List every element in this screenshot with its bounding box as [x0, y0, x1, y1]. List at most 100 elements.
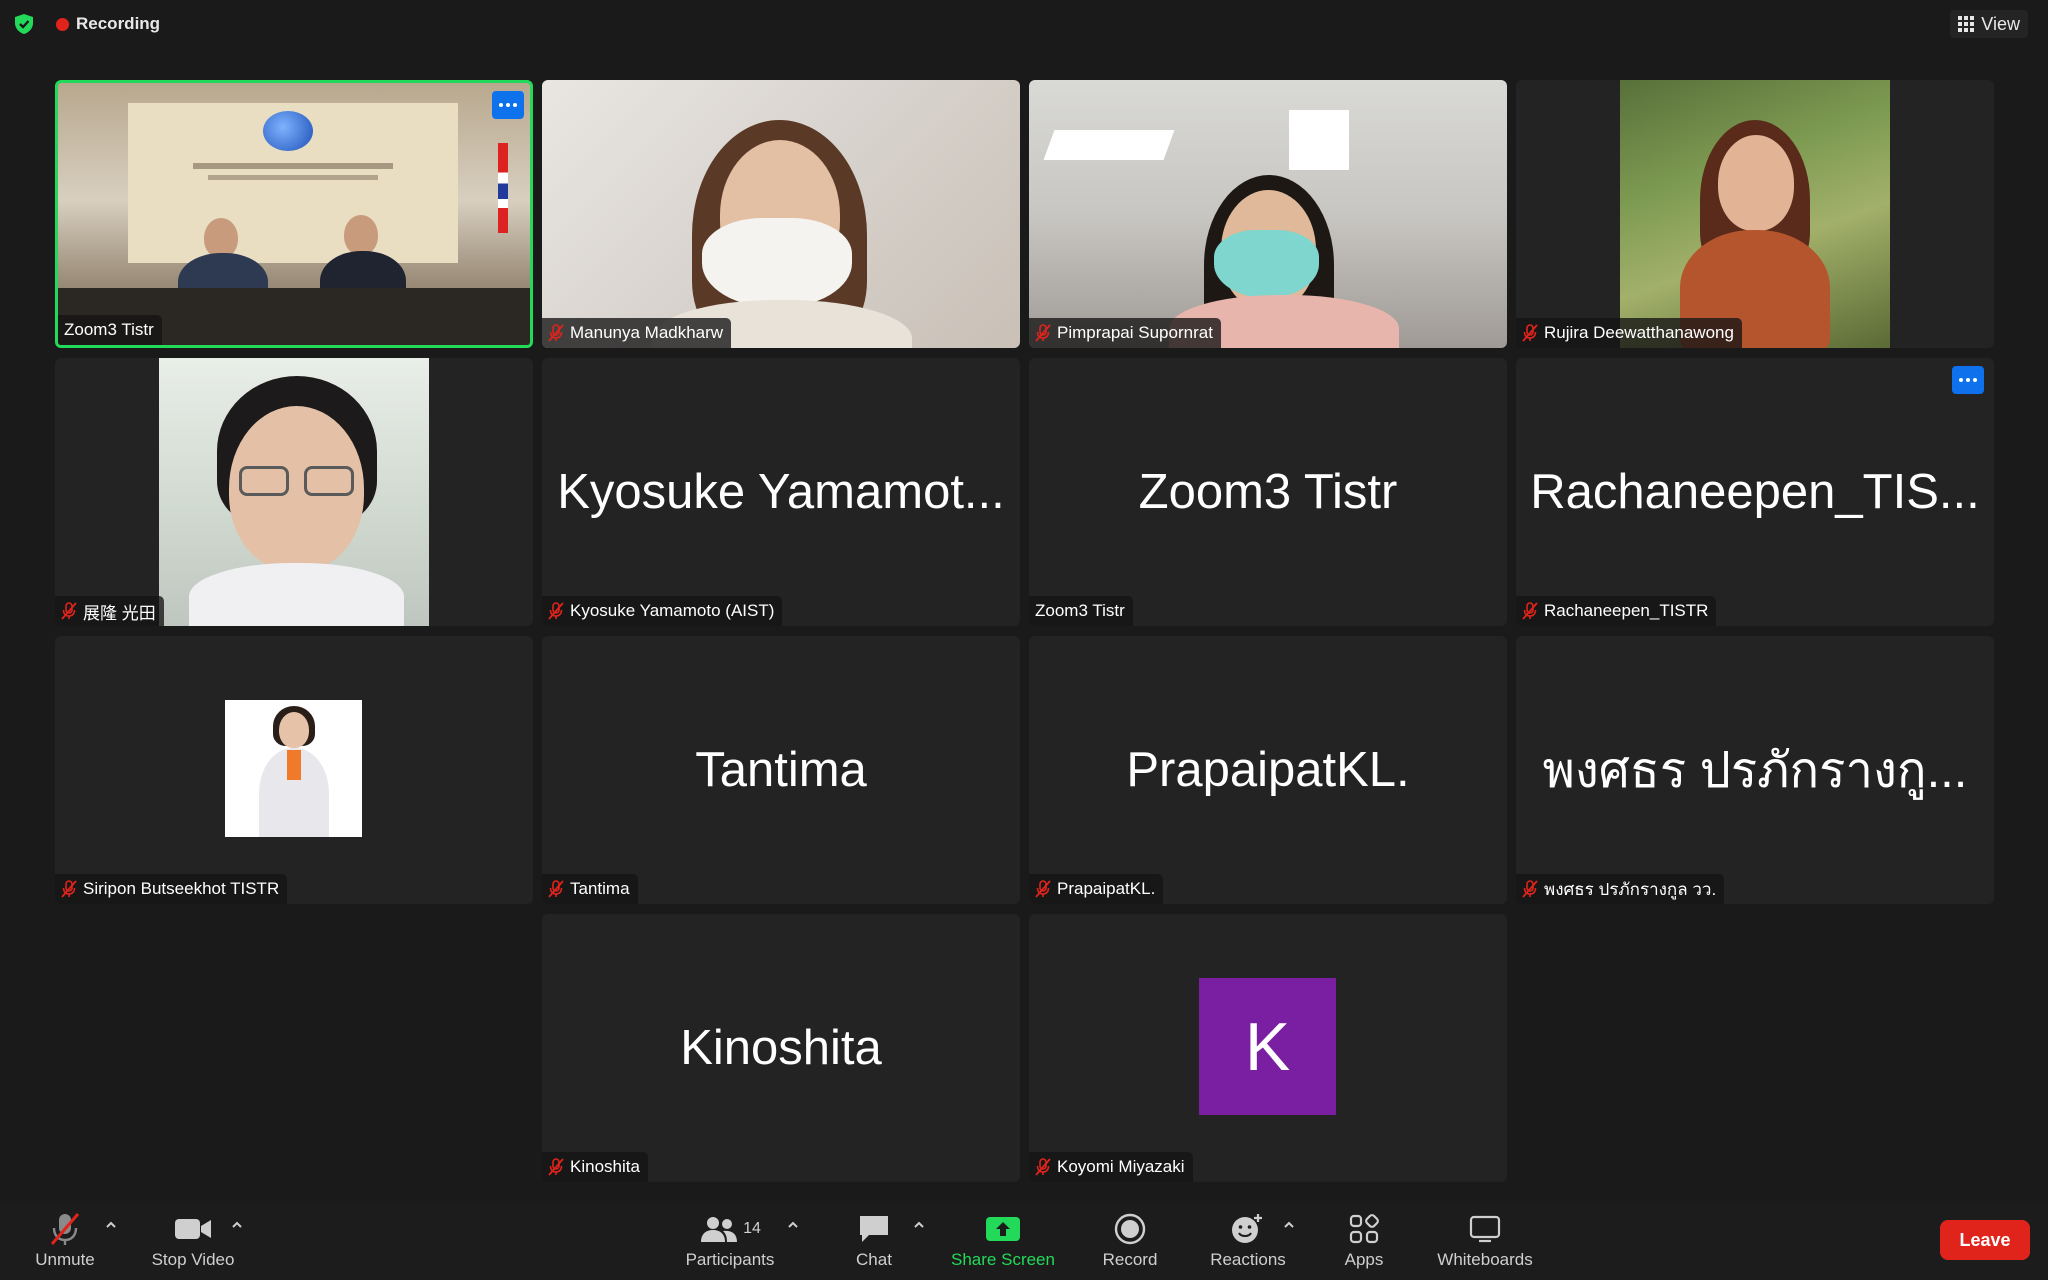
video-tile-pongsathorn[interactable]: พงศธร ปรภักรางกู... พงศธร ปรภักรางกูล วว…	[1516, 636, 1994, 904]
participant-display-name: พงศธร ปรภักรางกู...	[1542, 744, 1968, 798]
whiteboards-label: Whiteboards	[1437, 1250, 1533, 1269]
participants-button[interactable]: 14 Participants	[680, 1210, 780, 1276]
participant-display-name: Kyosuke Yamamot...	[557, 465, 1005, 519]
more-options-button[interactable]	[492, 91, 524, 119]
share-screen-label: Share Screen	[951, 1250, 1055, 1269]
reactions-button[interactable]: Reactions	[1206, 1210, 1290, 1276]
video-tile-zoom3-tistr[interactable]: Zoom3 Tistr Zoom3 Tistr	[1029, 358, 1507, 626]
muted-mic-icon	[50, 1213, 80, 1245]
recording-indicator[interactable]: Recording	[56, 13, 160, 35]
top-bar: Recording View	[0, 0, 2048, 48]
video-feed	[1620, 80, 1890, 348]
participant-name-tag: Rujira Deewatthanawong	[1516, 318, 1742, 348]
participant-name-tag: Tantima	[542, 874, 638, 904]
chat-button[interactable]: Chat	[846, 1210, 902, 1276]
participant-display-name: Tantima	[695, 743, 867, 797]
recording-label: Recording	[76, 14, 161, 33]
ceiling-light	[1043, 130, 1175, 160]
video-tile-koyomi[interactable]: K Koyomi Miyazaki	[1029, 914, 1507, 1182]
participant-display-name: Kinoshita	[680, 1021, 882, 1075]
security-shield-icon[interactable]	[12, 12, 36, 36]
participant-name-tag: Kyosuke Yamamoto (AIST)	[542, 596, 783, 626]
participant-name: PrapaipatKL.	[1057, 879, 1156, 898]
profile-picture	[225, 700, 362, 837]
participant-name: Siripon Butseekhot TISTR	[83, 879, 280, 898]
chevron-up-icon[interactable]	[1282, 1218, 1296, 1232]
reactions-label: Reactions	[1210, 1250, 1286, 1269]
participant-name: Tantima	[570, 879, 630, 898]
participant-name: Rachaneepen_TISTR	[1544, 601, 1709, 620]
stop-video-button[interactable]: Stop Video	[146, 1210, 240, 1276]
person-head	[279, 712, 309, 748]
apps-grid-icon	[1349, 1214, 1379, 1244]
muted-mic-icon	[1522, 880, 1538, 898]
video-camera-icon	[175, 1219, 211, 1239]
record-button[interactable]: Record	[1098, 1210, 1162, 1276]
face-mask	[702, 218, 852, 308]
participants-label: Participants	[685, 1250, 775, 1269]
muted-mic-icon	[548, 324, 564, 342]
view-button[interactable]: View	[1950, 10, 2028, 38]
thai-flag-icon	[498, 143, 508, 233]
muted-mic-icon	[61, 602, 77, 620]
orange-shirt	[287, 750, 301, 780]
muted-mic-icon	[61, 880, 77, 898]
more-options-button[interactable]	[1952, 366, 1984, 394]
video-tile-rachaneepen[interactable]: Rachaneepen_TIS... Rachaneepen_TISTR	[1516, 358, 1994, 626]
participant-name: Pimprapai Supornrat	[1057, 323, 1213, 342]
video-tile-siripon[interactable]: Siripon Butseekhot TISTR	[55, 636, 533, 904]
share-screen-button[interactable]: Share Screen	[948, 1210, 1058, 1276]
participant-name-tag: Kinoshita	[542, 1152, 648, 1182]
meeting-toolbar: Unmute Stop Video 14 Participants Chat S…	[0, 1204, 2048, 1280]
muted-mic-icon	[1035, 1158, 1051, 1176]
participant-name-tag: พงศธร ปรภักรางกูล วว.	[1516, 874, 1725, 904]
video-tile-kyosuke[interactable]: Kyosuke Yamamot... Kyosuke Yamamoto (AIS…	[542, 358, 1020, 626]
participant-name: Zoom3 Tistr	[64, 320, 154, 339]
video-tile-zoom3-tistr-active[interactable]: Zoom3 Tistr	[55, 80, 533, 348]
record-icon	[1114, 1213, 1146, 1245]
video-tile-mitsuta[interactable]: 展隆 光田	[55, 358, 533, 626]
muted-mic-icon	[1035, 324, 1051, 342]
chevron-up-icon[interactable]	[786, 1218, 800, 1232]
person-head	[204, 218, 238, 258]
muted-mic-icon	[548, 880, 564, 898]
participant-display-name: PrapaipatKL.	[1126, 743, 1410, 797]
participant-name: Rujira Deewatthanawong	[1544, 323, 1734, 342]
leave-button[interactable]: Leave	[1940, 1220, 2030, 1260]
whiteboards-button[interactable]: Whiteboards	[1432, 1210, 1538, 1276]
share-screen-icon	[986, 1217, 1020, 1241]
participant-name-tag: Manunya Madkharw	[542, 318, 732, 348]
apps-button[interactable]: Apps	[1336, 1210, 1392, 1276]
video-tile-kinoshita[interactable]: Kinoshita Kinoshita	[542, 914, 1020, 1182]
smiley-plus-icon	[1232, 1214, 1262, 1243]
video-tile-pimprapai[interactable]: Pimprapai Supornrat	[1029, 80, 1507, 348]
avatar: K	[1199, 978, 1336, 1115]
participant-name-tag: Pimprapai Supornrat	[1029, 318, 1221, 348]
apps-label: Apps	[1344, 1250, 1384, 1269]
video-tile-manunya[interactable]: Manunya Madkharw	[542, 80, 1020, 348]
unmute-label: Unmute	[35, 1250, 95, 1269]
participant-name: Kyosuke Yamamoto (AIST)	[570, 601, 775, 620]
chevron-up-icon[interactable]	[230, 1218, 244, 1232]
whiteboard-icon	[1469, 1215, 1501, 1243]
stop-video-label: Stop Video	[151, 1250, 235, 1269]
video-tile-prapaipat[interactable]: PrapaipatKL. PrapaipatKL.	[1029, 636, 1507, 904]
person-body	[189, 563, 404, 626]
video-tile-tantima[interactable]: Tantima Tantima	[542, 636, 1020, 904]
record-label: Record	[1102, 1250, 1158, 1269]
participant-name-tag: Koyomi Miyazaki	[1029, 1152, 1193, 1182]
video-feed	[159, 358, 429, 626]
grid-icon	[1958, 16, 1975, 32]
person-head	[344, 215, 378, 255]
backdrop-caption-line	[208, 175, 378, 180]
participant-name-tag: Siripon Butseekhot TISTR	[55, 874, 288, 904]
muted-mic-icon	[1035, 880, 1051, 898]
video-tile-rujira[interactable]: Rujira Deewatthanawong	[1516, 80, 1994, 348]
chevron-up-icon[interactable]	[104, 1218, 118, 1232]
chat-bubble-icon	[860, 1216, 888, 1242]
participant-name-tag: Zoom3 Tistr	[58, 315, 162, 345]
unmute-button[interactable]: Unmute	[30, 1210, 100, 1276]
backdrop-caption-line	[193, 163, 393, 169]
participant-name: 展隆 光田	[83, 603, 156, 623]
chevron-up-icon[interactable]	[912, 1218, 926, 1232]
